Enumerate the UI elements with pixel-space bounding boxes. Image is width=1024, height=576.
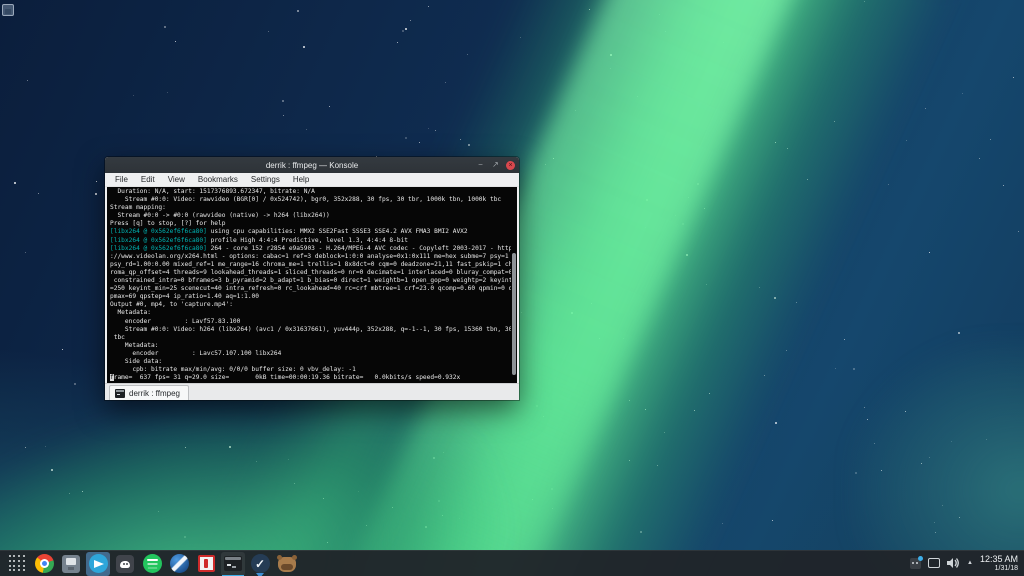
terminal-output: Duration: N/A, start: 1517376893.672347,…	[107, 187, 517, 382]
terminal-line: Stream #0:0: Video: h264 (libx264) (avc1…	[110, 326, 515, 334]
terminal-line: [libx264 @ 0x562ef6f6ca80] profile High …	[110, 237, 515, 245]
notification-dot	[918, 556, 923, 561]
terminal-line: Stream mapping:	[110, 204, 515, 212]
desktop: derrik : ffmpeg — Konsole − ↗ × File Edi…	[0, 0, 1024, 576]
taskbar-discord[interactable]	[113, 552, 137, 576]
menu-file[interactable]: File	[115, 175, 128, 184]
menu-edit[interactable]: Edit	[141, 175, 155, 184]
menu-bookmarks[interactable]: Bookmarks	[198, 175, 238, 184]
terminal-line: constrained_intra=0 bframes=3 b_pyramid=…	[110, 277, 515, 285]
terminal-viewport[interactable]: Duration: N/A, start: 1517376893.672347,…	[107, 187, 517, 383]
desktop-toolbox-icon[interactable]	[2, 4, 14, 16]
check-app-icon: ✓	[251, 554, 270, 573]
discord-tray-icon[interactable]	[910, 558, 921, 569]
package-app-icon	[62, 555, 80, 573]
tab-bar: derrik : ffmpeg	[105, 383, 519, 400]
spotify-icon	[143, 554, 162, 573]
terminal-line: roma_qp_offset=4 threads=9 lookahead_thr…	[110, 269, 515, 277]
taskbar-package-app[interactable]	[59, 552, 83, 576]
app-launcher-button[interactable]	[5, 552, 29, 576]
terminal-line: ://www.videolan.org/x264.html - options:…	[110, 253, 515, 261]
konsole-icon	[224, 556, 242, 571]
taskbar-spotify[interactable]	[140, 552, 164, 576]
window-titlebar[interactable]: derrik : ffmpeg — Konsole − ↗ ×	[105, 157, 519, 173]
scrollbar-thumb[interactable]	[512, 253, 516, 375]
terminal-line: =250 keyint_min=25 scenecut=40 intra_ref…	[110, 285, 515, 293]
minimize-button[interactable]: −	[476, 161, 485, 170]
konsole-window: derrik : ffmpeg — Konsole − ↗ × File Edi…	[105, 157, 519, 400]
terminal-line: psy_rd=1.00:0.00 mixed_ref=1 me_range=16…	[110, 261, 515, 269]
tab-derrik-ffmpeg[interactable]: derrik : ffmpeg	[109, 385, 189, 400]
terminal-line: frame= 637 fps= 31 q=29.0 size= 0kB time…	[110, 374, 515, 382]
terminal-line: encoder : Lavf57.83.100	[110, 318, 515, 326]
taskbar-blue-ball-app[interactable]	[167, 552, 191, 576]
terminal-line: Side data:	[110, 358, 515, 366]
tray-expand-caret-icon[interactable]: ▲	[967, 560, 973, 566]
terminal-line: Metadata:	[110, 309, 515, 317]
desktop-toolbox-inner	[5, 9, 11, 14]
terminal-line: Stream #0:0: Video: rawvideo (BGR[0] / 0…	[110, 196, 515, 204]
taskbar-chrome[interactable]	[32, 552, 56, 576]
terminal-line: Metadata:	[110, 342, 515, 350]
terminal-cursor: f	[110, 374, 114, 381]
close-button[interactable]: ×	[506, 161, 515, 170]
clock-date: 1/31/18	[980, 565, 1018, 573]
terminal-line: cpb: bitrate max/min/avg: 0/0/0 buffer s…	[110, 366, 515, 374]
blue-ball-icon	[170, 554, 189, 573]
terminal-tab-icon	[115, 389, 125, 398]
chrome-icon	[35, 554, 54, 573]
taskbar-recorder-app[interactable]	[194, 552, 218, 576]
terminal-line: [libx264 @ 0x562ef6f6ca80] 264 - core 15…	[110, 245, 515, 253]
taskbar: ✓ ▲ 12:35 AM 1/31/18	[0, 550, 1024, 576]
telegram-icon	[89, 554, 108, 573]
taskbar-check-app[interactable]: ✓	[248, 552, 272, 576]
terminal-line: encoder : Lavc57.107.100 libx264	[110, 350, 515, 358]
menu-help[interactable]: Help	[293, 175, 309, 184]
bear-face-icon	[278, 557, 296, 572]
monitor-tray-icon[interactable]	[928, 558, 940, 568]
taskbar-bear-app[interactable]	[275, 552, 299, 576]
tab-label: derrik : ffmpeg	[129, 389, 180, 398]
terminal-line: Output #0, mp4, to 'capture.mp4':	[110, 301, 515, 309]
terminal-line: Press [q] to stop, [?] for help	[110, 220, 515, 228]
taskbar-launchers: ✓	[0, 552, 299, 576]
terminal-line: tbc	[110, 334, 515, 342]
menu-bar: File Edit View Bookmarks Settings Help	[105, 173, 519, 187]
app-grid-icon	[9, 555, 26, 572]
terminal-line: pmax=69 qpstep=4 ip_ratio=1.40 aq=1:1.00	[110, 293, 515, 301]
clock-time: 12:35 AM	[980, 555, 1018, 565]
discord-icon	[116, 555, 134, 573]
window-title: derrik : ffmpeg — Konsole	[105, 161, 519, 170]
menu-settings[interactable]: Settings	[251, 175, 280, 184]
volume-icon[interactable]	[947, 557, 960, 569]
recorder-icon	[198, 555, 215, 572]
window-controls: − ↗ ×	[476, 157, 515, 173]
taskbar-konsole[interactable]	[221, 552, 245, 576]
menu-view[interactable]: View	[168, 175, 185, 184]
terminal-scrollbar[interactable]	[511, 187, 517, 383]
maximize-button[interactable]: ↗	[491, 161, 500, 170]
clock[interactable]: 12:35 AM 1/31/18	[980, 555, 1018, 573]
system-tray: ▲ 12:35 AM 1/31/18	[910, 555, 1024, 573]
terminal-line: Duration: N/A, start: 1517376893.672347,…	[110, 188, 515, 196]
terminal-line: [libx264 @ 0x562ef6f6ca80] using cpu cap…	[110, 228, 515, 236]
terminal-line: Stream #0:0 -> #0:0 (rawvideo (native) -…	[110, 212, 515, 220]
taskbar-telegram[interactable]	[86, 552, 110, 576]
